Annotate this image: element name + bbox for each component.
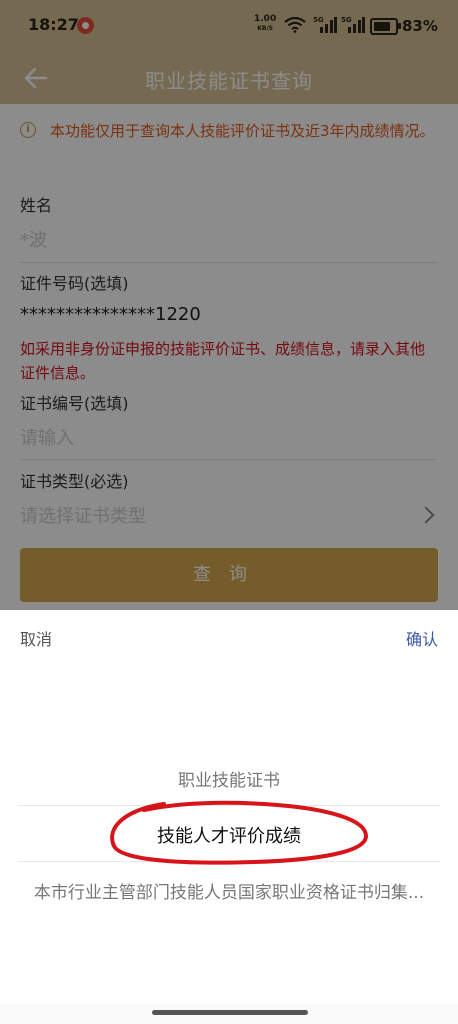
cancel-button[interactable]: 取消 [20, 626, 52, 650]
picker-option[interactable]: 职业技能证书 [0, 766, 458, 791]
picker-option[interactable]: 本市行业主管部门技能人员国家职业资格证书归集... [0, 878, 458, 903]
modal-overlay[interactable] [0, 0, 458, 610]
annotation-circle [110, 800, 369, 865]
cert-type-picker: 取消 确认 职业技能证书 技能人才评价成绩 本市行业主管部门技能人员国家职业资格… [0, 610, 458, 1024]
home-indicator[interactable] [152, 1010, 308, 1015]
confirm-button[interactable]: 确认 [406, 626, 438, 650]
